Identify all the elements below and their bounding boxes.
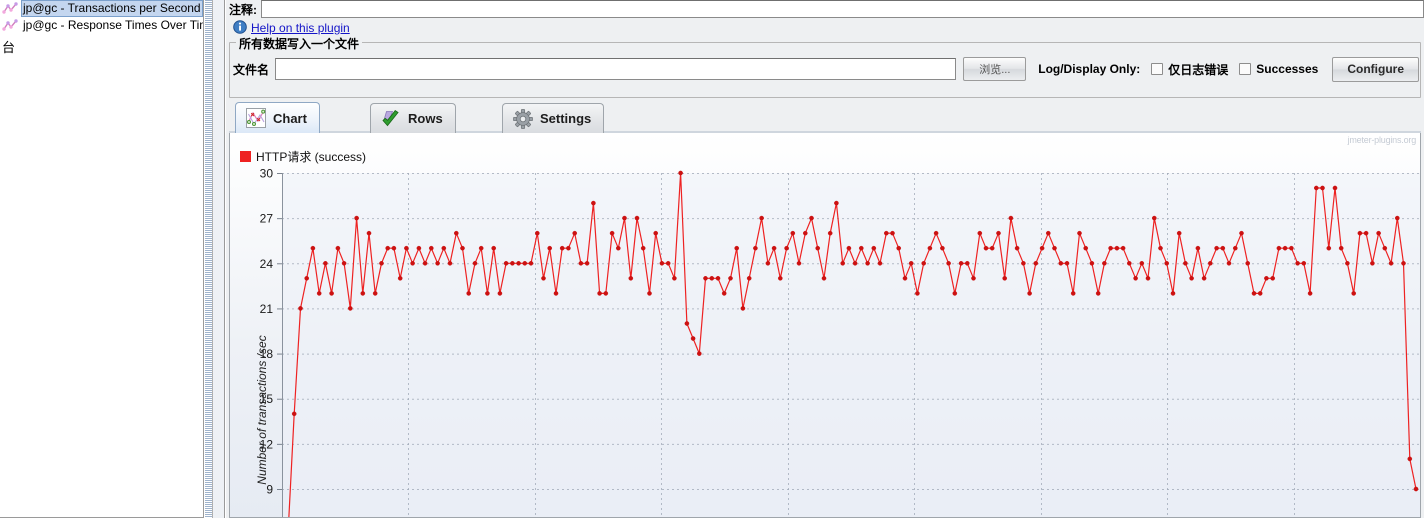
svg-text:12: 12 [260, 437, 274, 451]
errors-only-label: 仅日志错误 [1168, 62, 1229, 77]
tree-item-label: jp@gc - Transactions per Second [21, 0, 203, 17]
panel-gap-strip [213, 0, 225, 518]
errors-only-checkbox-wrapper[interactable]: 仅日志错误 [1151, 61, 1228, 78]
svg-text:24: 24 [260, 257, 274, 271]
filename-input[interactable] [275, 58, 957, 80]
help-on-this-plugin-link[interactable]: Help on this plugin [251, 21, 350, 35]
tree-item-transactions-per-second[interactable]: jp@gc - Transactions per Second [0, 0, 203, 17]
svg-text:30: 30 [260, 167, 274, 181]
tab-label: Settings [540, 111, 592, 126]
tree-stray-text: 台 [2, 40, 16, 55]
filename-label: 文件名 [233, 62, 270, 77]
chart-panel[interactable]: jmeter-plugins.org HTTP请求 (success) 30 27… [229, 133, 1421, 518]
info-icon [233, 19, 247, 37]
tree-item-label: jp@gc - Response Times Over Tim [23, 18, 204, 32]
log-display-only-label: Log/Display Only: [1038, 62, 1141, 76]
errors-only-checkbox[interactable] [1151, 63, 1164, 75]
successes-label: Successes [1256, 62, 1319, 76]
tree-item-response-times-over-time[interactable]: jp@gc - Response Times Over Tim [0, 17, 203, 34]
help-row: Help on this plugin [226, 19, 1424, 37]
successes-checkbox[interactable] [1239, 63, 1252, 75]
chart-icon [2, 1, 18, 16]
tab-label: Chart [273, 110, 307, 126]
chart-icon [2, 18, 18, 33]
svg-text:15: 15 [260, 392, 274, 406]
svg-text:27: 27 [260, 212, 274, 226]
plugin-config-panel: 注释: Help on this plugin 所有数据写入一个文件 文件名 浏… [226, 0, 1424, 518]
tabstrip: Chart Rows Settings [229, 102, 1421, 133]
tab-chart[interactable]: Chart [235, 102, 320, 133]
comments-label: 注释: [229, 2, 257, 17]
svg-text:9: 9 [266, 483, 273, 497]
scatter-chart-icon [245, 107, 267, 129]
write-all-data-group-title: 所有数据写入一个文件 [236, 35, 363, 52]
split-pane-divider[interactable] [204, 0, 213, 518]
write-all-data-group: 所有数据写入一个文件 文件名 浏览... Log/Display Only: 仅… [229, 35, 1421, 98]
tab-label: Rows [408, 111, 443, 126]
tab-rows[interactable]: Rows [370, 103, 456, 133]
svg-text:21: 21 [260, 302, 274, 316]
configure-button[interactable]: Configure [1332, 56, 1419, 82]
successes-checkbox-wrapper[interactable]: Successes [1239, 62, 1318, 76]
gear-icon [512, 108, 534, 130]
test-plan-tree-panel[interactable]: jp@gc - Transactions per Second jp@gc - … [0, 0, 204, 518]
comments-row: 注释: [226, 0, 1424, 18]
svg-text:18: 18 [260, 347, 274, 361]
tab-settings[interactable]: Settings [502, 103, 605, 133]
comments-input[interactable] [261, 0, 1424, 18]
browse-button[interactable]: 浏览... [963, 57, 1027, 81]
filename-row: 文件名 浏览... Log/Display Only: 仅日志错误 Succes… [233, 56, 1419, 82]
green-check-icon [380, 108, 402, 130]
chart-svg: 30 27 24 21 18 15 12 9 [260, 167, 1420, 517]
